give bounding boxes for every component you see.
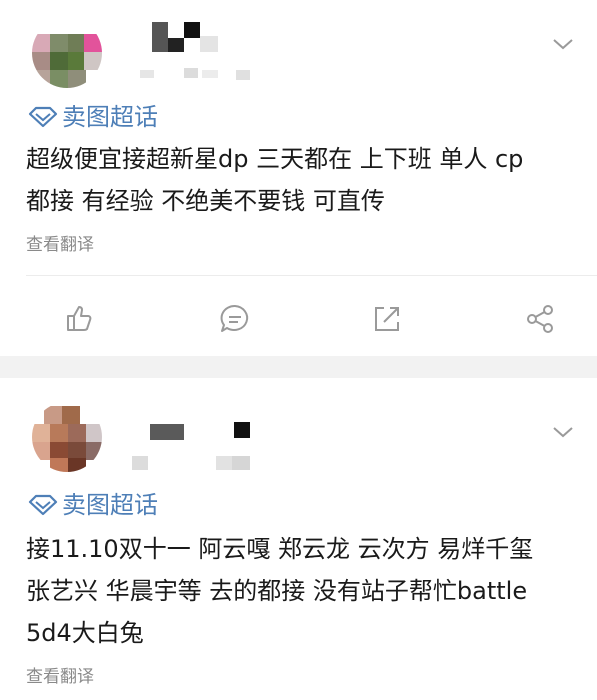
content-line: 超级便宜接超新星dp 三天都在 上下班 单人 cp [26, 145, 524, 173]
topic-label: 卖图超话 [62, 103, 158, 131]
divider [26, 275, 597, 276]
diamond-topic-icon [28, 106, 58, 128]
topic-tag[interactable]: 卖图超话 [28, 490, 158, 520]
view-translation-link[interactable]: 查看翻译 [26, 662, 94, 687]
post-content: 接11.10双十一 阿云嘎 郑云龙 云次方 易烊千玺 张艺兴 华晨宇等 去的都接… [26, 528, 586, 654]
chevron-down-icon[interactable] [551, 420, 575, 444]
username-blurred[interactable] [140, 22, 250, 82]
view-translation-link[interactable]: 查看翻译 [26, 230, 94, 255]
content-line: 张艺兴 华晨宇等 去的都接 没有站子帮忙battle [26, 577, 528, 605]
topic-tag[interactable]: 卖图超话 [28, 102, 158, 132]
post-separator [0, 356, 597, 378]
comment-icon[interactable] [218, 302, 252, 336]
post-card-1[interactable]: 卖图超话 超级便宜接超新星dp 三天都在 上下班 单人 cp 都接 有经验 不绝… [0, 0, 597, 356]
like-icon[interactable] [62, 302, 96, 336]
share-icon[interactable] [370, 302, 404, 336]
post-card-2[interactable]: 卖图超话 接11.10双十一 阿云嘎 郑云龙 云次方 易烊千玺 张艺兴 华晨宇等… [0, 378, 597, 700]
topic-label: 卖图超话 [62, 491, 158, 519]
content-line: 都接 有经验 不绝美不要钱 可直传 [26, 187, 385, 215]
avatar[interactable] [32, 402, 102, 472]
content-line: 接11.10双十一 阿云嘎 郑云龙 云次方 易烊千玺 [26, 535, 534, 563]
chevron-down-icon[interactable] [551, 32, 575, 56]
forward-icon[interactable] [524, 302, 558, 336]
username-blurred[interactable] [132, 420, 272, 476]
action-bar [0, 296, 597, 342]
content-line: 5d4大白兔 [26, 619, 144, 647]
post-content: 超级便宜接超新星dp 三天都在 上下班 单人 cp 都接 有经验 不绝美不要钱 … [26, 138, 586, 222]
diamond-topic-icon [28, 494, 58, 516]
avatar[interactable] [32, 18, 102, 88]
